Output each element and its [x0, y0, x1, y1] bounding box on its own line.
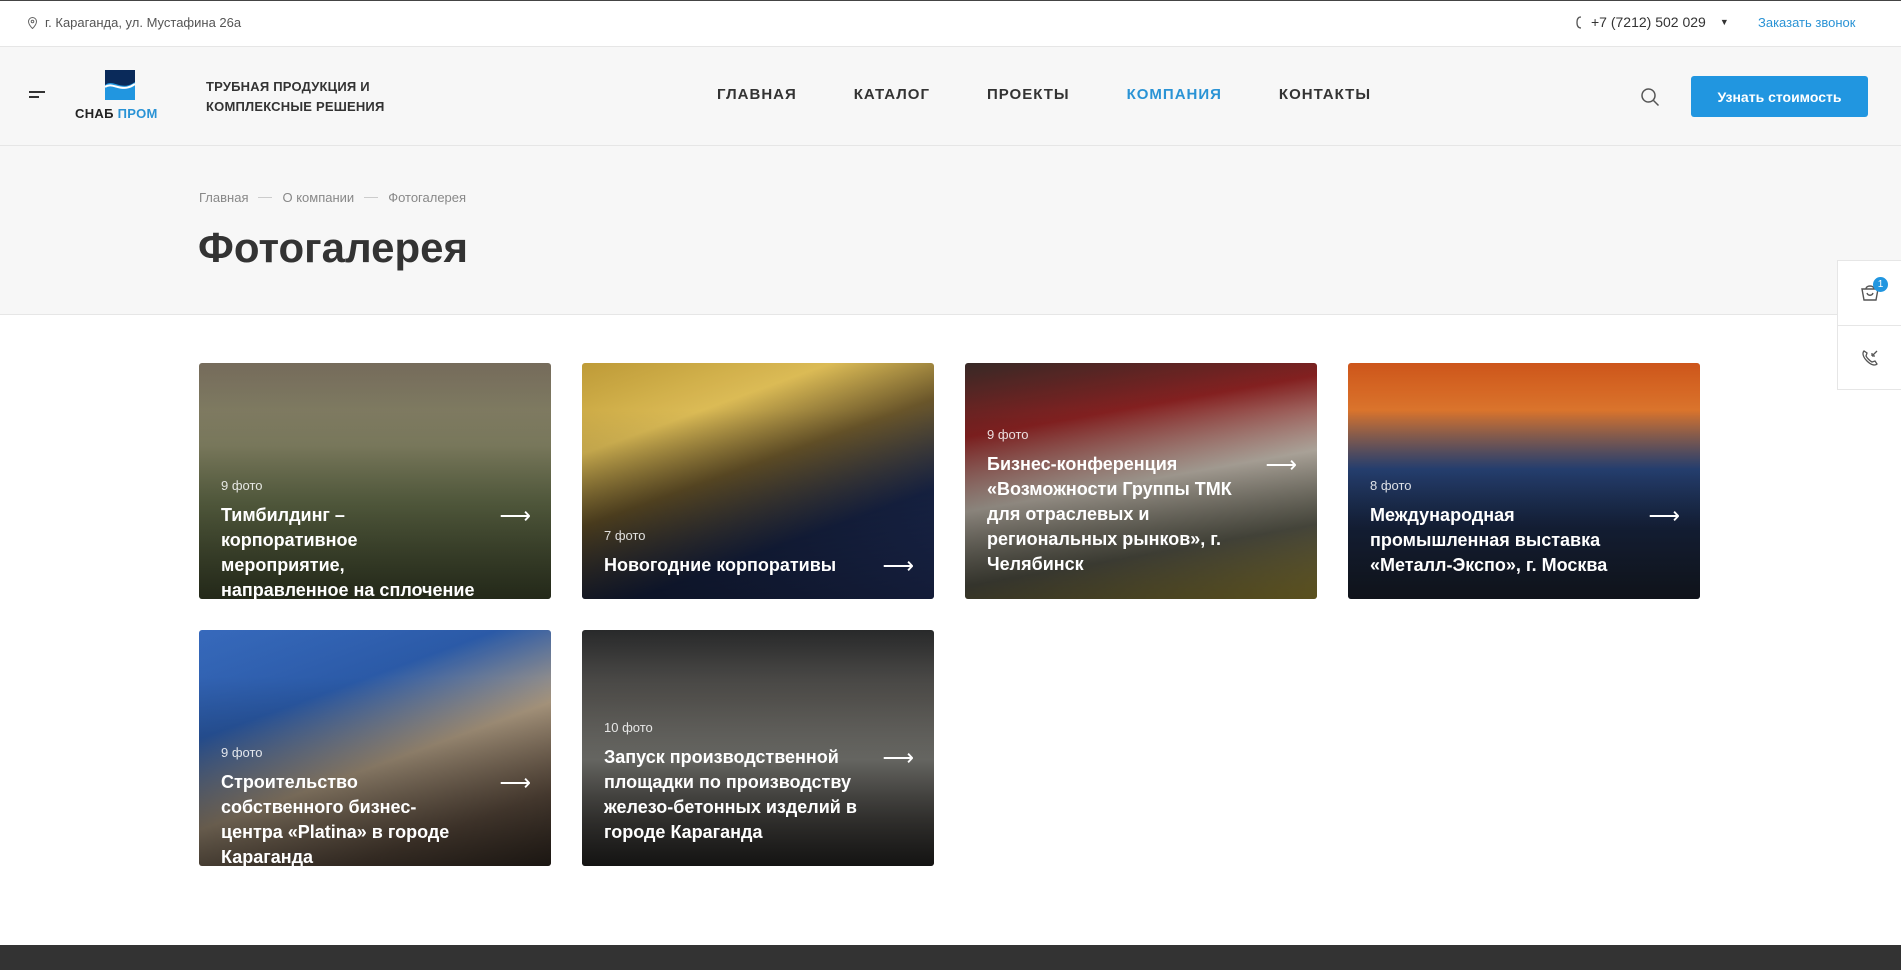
gallery-card[interactable]: 9 фото Строительство собственного бизнес…	[199, 630, 551, 866]
photo-count: 7 фото	[604, 528, 646, 543]
get-price-button[interactable]: Узнать стоимость	[1691, 76, 1868, 117]
location-pin-icon	[28, 16, 37, 29]
callback-widget[interactable]	[1838, 325, 1901, 389]
gallery-card[interactable]: 9 фото Тимбилдинг – корпоративное меропр…	[199, 363, 551, 599]
arrow-right-icon: ⟶	[1648, 503, 1680, 528]
phone-icon	[1576, 15, 1582, 29]
page-title: Фотогалерея	[198, 224, 468, 271]
page-header: Главная О компании Фотогалерея Фотогалер…	[0, 146, 1901, 315]
arrow-right-icon: ⟶	[499, 770, 531, 795]
nav-contacts[interactable]: КОНТАКТЫ	[1279, 86, 1371, 103]
photo-count: 9 фото	[221, 745, 263, 760]
gallery-card-title: Строительство собственного бизнес-центра…	[221, 772, 450, 866]
cart-count-badge: 1	[1873, 277, 1888, 292]
gallery-card-title: Новогодние корпоративы	[604, 555, 837, 575]
tagline: ТРУБНАЯ ПРОДУКЦИЯ И КОМПЛЕКСНЫЕ РЕШЕНИЯ	[206, 79, 385, 114]
footer	[0, 945, 1901, 970]
menu-icon[interactable]	[29, 91, 45, 101]
logo[interactable]: СНАБ ПРОМ	[75, 70, 170, 125]
nav-catalog[interactable]: КАТАЛОГ	[854, 86, 930, 103]
gallery-card-title: Бизнес-конференция «Возможности Группы Т…	[987, 454, 1232, 574]
main-nav: ГЛАВНАЯ КАТАЛОГ ПРОЕКТЫ КОМПАНИЯ КОНТАКТ…	[717, 86, 1371, 103]
breadcrumb-home[interactable]: Главная	[199, 190, 248, 205]
gallery-card[interactable]: 7 фото Новогодние корпоративы ⟶	[582, 363, 934, 599]
side-widgets: 1	[1837, 260, 1901, 390]
arrow-right-icon: ⟶	[1265, 452, 1297, 477]
top-bar: г. Караганда, ул. Мустафина 26а +7 (7212…	[0, 0, 1901, 47]
nav-projects[interactable]: ПРОЕКТЫ	[987, 86, 1070, 103]
photo-count: 9 фото	[221, 478, 263, 493]
breadcrumb-separator	[258, 197, 273, 198]
nav-company[interactable]: КОМПАНИЯ	[1127, 86, 1222, 103]
phone-dropdown[interactable]: +7 (7212) 502 029 ▼	[1575, 14, 1729, 30]
callback-link[interactable]: Заказать звонок	[1758, 15, 1855, 30]
arrow-right-icon: ⟶	[882, 553, 914, 578]
gallery-card[interactable]: 9 фото Бизнес-конференция «Возможности Г…	[965, 363, 1317, 599]
arrow-right-icon: ⟶	[499, 503, 531, 528]
arrow-right-icon: ⟶	[882, 745, 914, 770]
gallery-card[interactable]: 8 фото Международная промышленная выстав…	[1348, 363, 1700, 599]
chevron-down-icon: ▼	[1719, 17, 1729, 27]
address: г. Караганда, ул. Мустафина 26а	[28, 15, 241, 30]
gallery-card-title: Запуск производственной площадки по прои…	[604, 747, 857, 842]
logo-mark-icon	[105, 70, 135, 100]
breadcrumb: Главная О компании Фотогалерея	[199, 190, 466, 205]
logo-text: СНАБ ПРОМ	[75, 106, 158, 121]
breadcrumb-about[interactable]: О компании	[282, 190, 354, 205]
photo-count: 9 фото	[987, 427, 1029, 442]
gallery-card-title: Международная промышленная выставка «Мет…	[1370, 505, 1608, 575]
search-icon[interactable]	[1640, 87, 1660, 107]
photo-count: 10 фото	[604, 720, 653, 735]
breadcrumb-separator	[364, 197, 379, 198]
phone-callback-icon	[1861, 349, 1878, 366]
gallery-card[interactable]: 10 фото Запуск производственной площадки…	[582, 630, 934, 866]
phone-number[interactable]: +7 (7212) 502 029	[1591, 14, 1706, 30]
cart-widget[interactable]: 1	[1838, 261, 1901, 325]
header: СНАБ ПРОМ ТРУБНАЯ ПРОДУКЦИЯ И КОМПЛЕКСНЫ…	[0, 47, 1901, 146]
nav-home[interactable]: ГЛАВНАЯ	[717, 86, 797, 103]
photo-count: 8 фото	[1370, 478, 1412, 493]
address-text: г. Караганда, ул. Мустафина 26а	[45, 15, 242, 30]
gallery-card-title: Тимбилдинг – корпоративное мероприятие, …	[221, 505, 475, 599]
breadcrumb-current: Фотогалерея	[388, 190, 467, 205]
